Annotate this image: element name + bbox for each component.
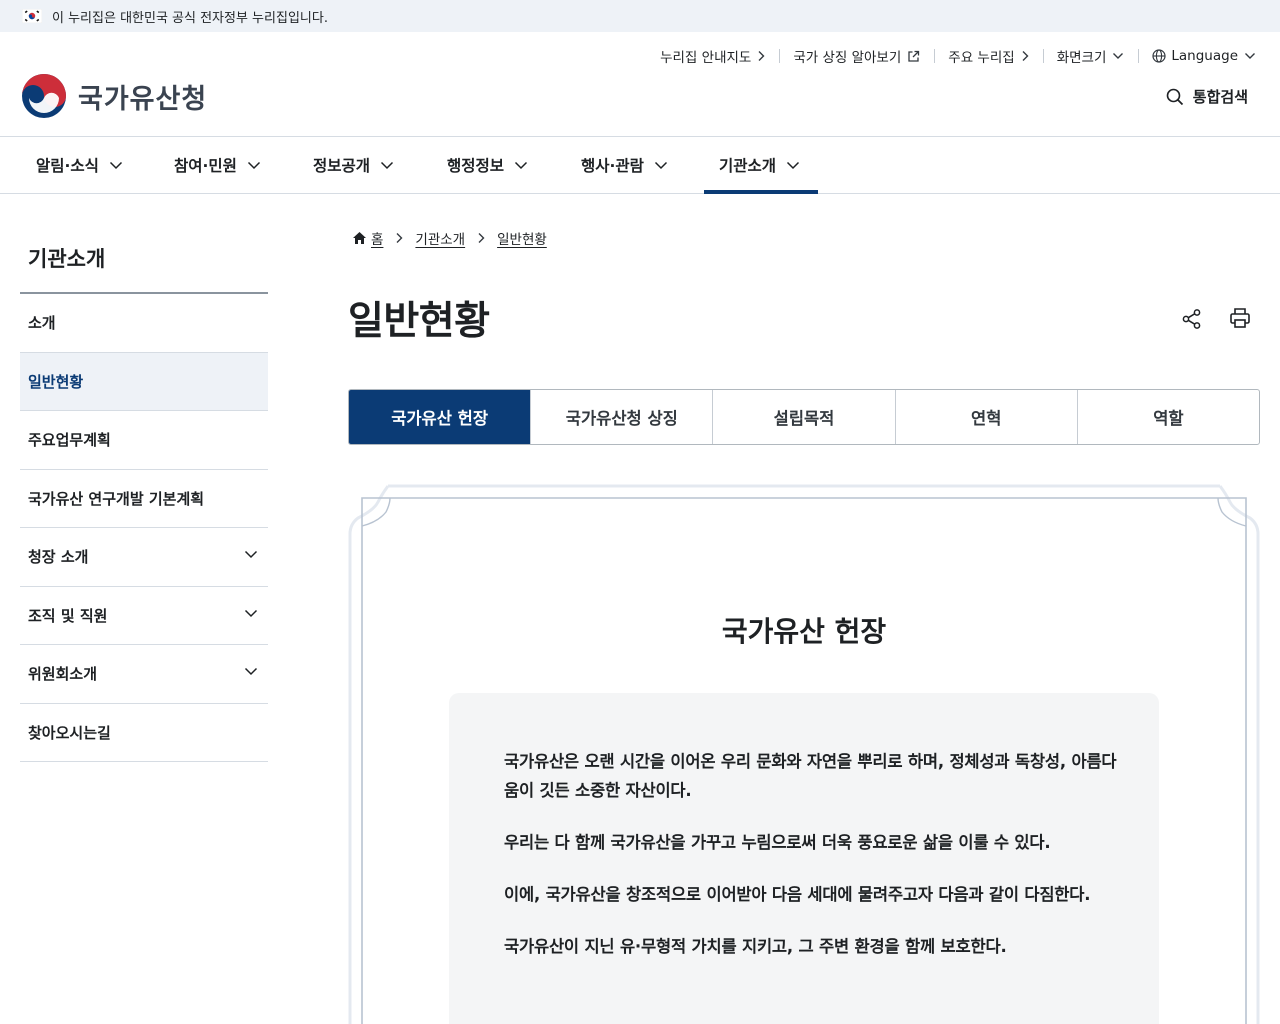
side-nav-item-directions[interactable]: 찾아오시는길 bbox=[20, 704, 268, 762]
chevron-down-icon bbox=[109, 161, 122, 169]
site-header: 국가유산청 누리집 안내지도 국가 상징 알아보기 주요 누리집 화면크기 La… bbox=[0, 32, 1280, 137]
breadcrumb-current[interactable]: 일반현황 bbox=[497, 228, 547, 248]
charter-paragraph: 우리는 다 함께 국가유산을 가꾸고 누림으로써 더욱 풍요로운 삶을 이룰 수… bbox=[504, 833, 1051, 852]
side-nav-item-rnd-plan[interactable]: 국가유산 연구개발 기본계획 bbox=[20, 470, 268, 528]
chevron-right-icon bbox=[478, 233, 485, 243]
gov-banner: 이 누리집은 대한민국 공식 전자정부 누리집입니다. bbox=[0, 0, 1280, 32]
charter-paragraph: 국가유산은 오랜 시간을 이어온 우리 문화와 자연을 뿌리로 하며, 정체성과… bbox=[504, 752, 1117, 800]
search-icon bbox=[1166, 88, 1183, 105]
print-button[interactable] bbox=[1229, 307, 1251, 329]
chevron-down-icon bbox=[247, 161, 260, 169]
taegeuk-logo-icon bbox=[22, 74, 66, 118]
side-nav-item-organization[interactable]: 조직 및 직원 bbox=[20, 587, 268, 645]
gnb-item-participation[interactable]: 참여·민원 bbox=[174, 137, 261, 193]
home-icon bbox=[353, 232, 366, 244]
chevron-down-icon bbox=[381, 161, 394, 169]
tab-founding-purpose[interactable]: 설립목적 bbox=[712, 390, 894, 444]
korea-flag-icon bbox=[22, 9, 42, 23]
side-nav-item-work-plan[interactable]: 주요업무계획 bbox=[20, 411, 268, 470]
side-nav-item-committee[interactable]: 위원회소개 bbox=[20, 645, 268, 704]
chevron-right-icon bbox=[396, 233, 403, 243]
chevron-down-icon bbox=[244, 550, 258, 559]
gnb-item-information[interactable]: 정보공개 bbox=[313, 137, 394, 193]
charter-paragraph: 이에, 국가유산을 창조적으로 이어받아 다음 세대에 물려주고자 다음과 같이… bbox=[504, 885, 1091, 904]
tab-role[interactable]: 역할 bbox=[1076, 390, 1259, 444]
charter-paragraph: 국가유산이 지닌 유·무형적 가치를 지키고, 그 주변 환경을 함께 보호한다… bbox=[504, 937, 1007, 956]
chevron-right-icon bbox=[1022, 51, 1029, 61]
util-screen-size-button[interactable]: 화면크기 bbox=[1042, 46, 1139, 66]
util-major-sites-link[interactable]: 주요 누리집 bbox=[934, 46, 1042, 66]
site-logo[interactable]: 국가유산청 bbox=[20, 72, 207, 120]
breadcrumb-about[interactable]: 기관소개 bbox=[415, 228, 465, 248]
share-button[interactable] bbox=[1181, 308, 1203, 330]
utility-nav: 누리집 안내지도 국가 상징 알아보기 주요 누리집 화면크기 Language bbox=[646, 46, 1256, 66]
gnb-item-administration[interactable]: 행정정보 bbox=[447, 137, 528, 193]
integrated-search-button[interactable]: 통합검색 bbox=[1166, 86, 1248, 107]
breadcrumb-home[interactable]: 홈 bbox=[352, 228, 383, 248]
main-nav: 알림·소식 참여·민원 정보공개 행정정보 행사·관람 기관소개 bbox=[0, 137, 1280, 194]
gnb-item-about[interactable]: 기관소개 bbox=[703, 137, 819, 194]
gov-banner-text: 이 누리집은 대한민국 공식 전자정부 누리집입니다. bbox=[52, 10, 328, 26]
side-nav: 기관소개 소개 일반현황 주요업무계획 국가유산 연구개발 기본계획 청장 소개… bbox=[20, 228, 268, 762]
util-language-button[interactable]: Language bbox=[1138, 46, 1256, 66]
side-nav-item-commissioner[interactable]: 청장 소개 bbox=[20, 528, 268, 587]
chevron-right-icon bbox=[758, 51, 765, 61]
side-nav-title: 기관소개 bbox=[20, 228, 268, 294]
util-national-symbol-link[interactable]: 국가 상징 알아보기 bbox=[779, 46, 934, 66]
side-nav-item-general-status[interactable]: 일반현황 bbox=[20, 352, 268, 411]
print-icon bbox=[1230, 308, 1250, 328]
page-title: 일반현황 bbox=[348, 299, 490, 344]
breadcrumb: 홈 기관소개 일반현황 bbox=[352, 228, 547, 248]
chevron-down-icon bbox=[654, 161, 667, 169]
chevron-down-icon bbox=[1245, 53, 1255, 59]
logo-text: 국가유산청 bbox=[78, 83, 208, 115]
tab-history[interactable]: 연혁 bbox=[894, 390, 1077, 444]
tab-agency-symbol[interactable]: 국가유산청 상징 bbox=[530, 390, 712, 444]
external-link-icon bbox=[908, 50, 920, 62]
content-tabs: 국가유산 헌장 국가유산청 상징 설립목적 연혁 역할 bbox=[348, 389, 1260, 445]
util-sitemap-link[interactable]: 누리집 안내지도 bbox=[646, 46, 779, 66]
chevron-down-icon bbox=[1113, 53, 1124, 59]
side-nav-item-intro[interactable]: 소개 bbox=[20, 294, 268, 353]
gnb-item-events[interactable]: 행사·관람 bbox=[581, 137, 668, 193]
globe-icon bbox=[1152, 49, 1166, 63]
chevron-down-icon bbox=[244, 609, 258, 617]
charter-text-box: 국가유산은 오랜 시간을 이어온 우리 문화와 자연을 뿌리로 하며, 정체성과… bbox=[449, 693, 1159, 1024]
chevron-down-icon bbox=[515, 161, 528, 169]
chevron-down-icon bbox=[787, 161, 800, 169]
share-icon bbox=[1182, 309, 1201, 329]
chevron-down-icon bbox=[244, 667, 258, 676]
tab-heritage-charter[interactable]: 국가유산 헌장 bbox=[349, 390, 531, 444]
gnb-item-news[interactable]: 알림·소식 bbox=[36, 137, 123, 193]
charter-title: 국가유산 헌장 bbox=[721, 615, 887, 648]
